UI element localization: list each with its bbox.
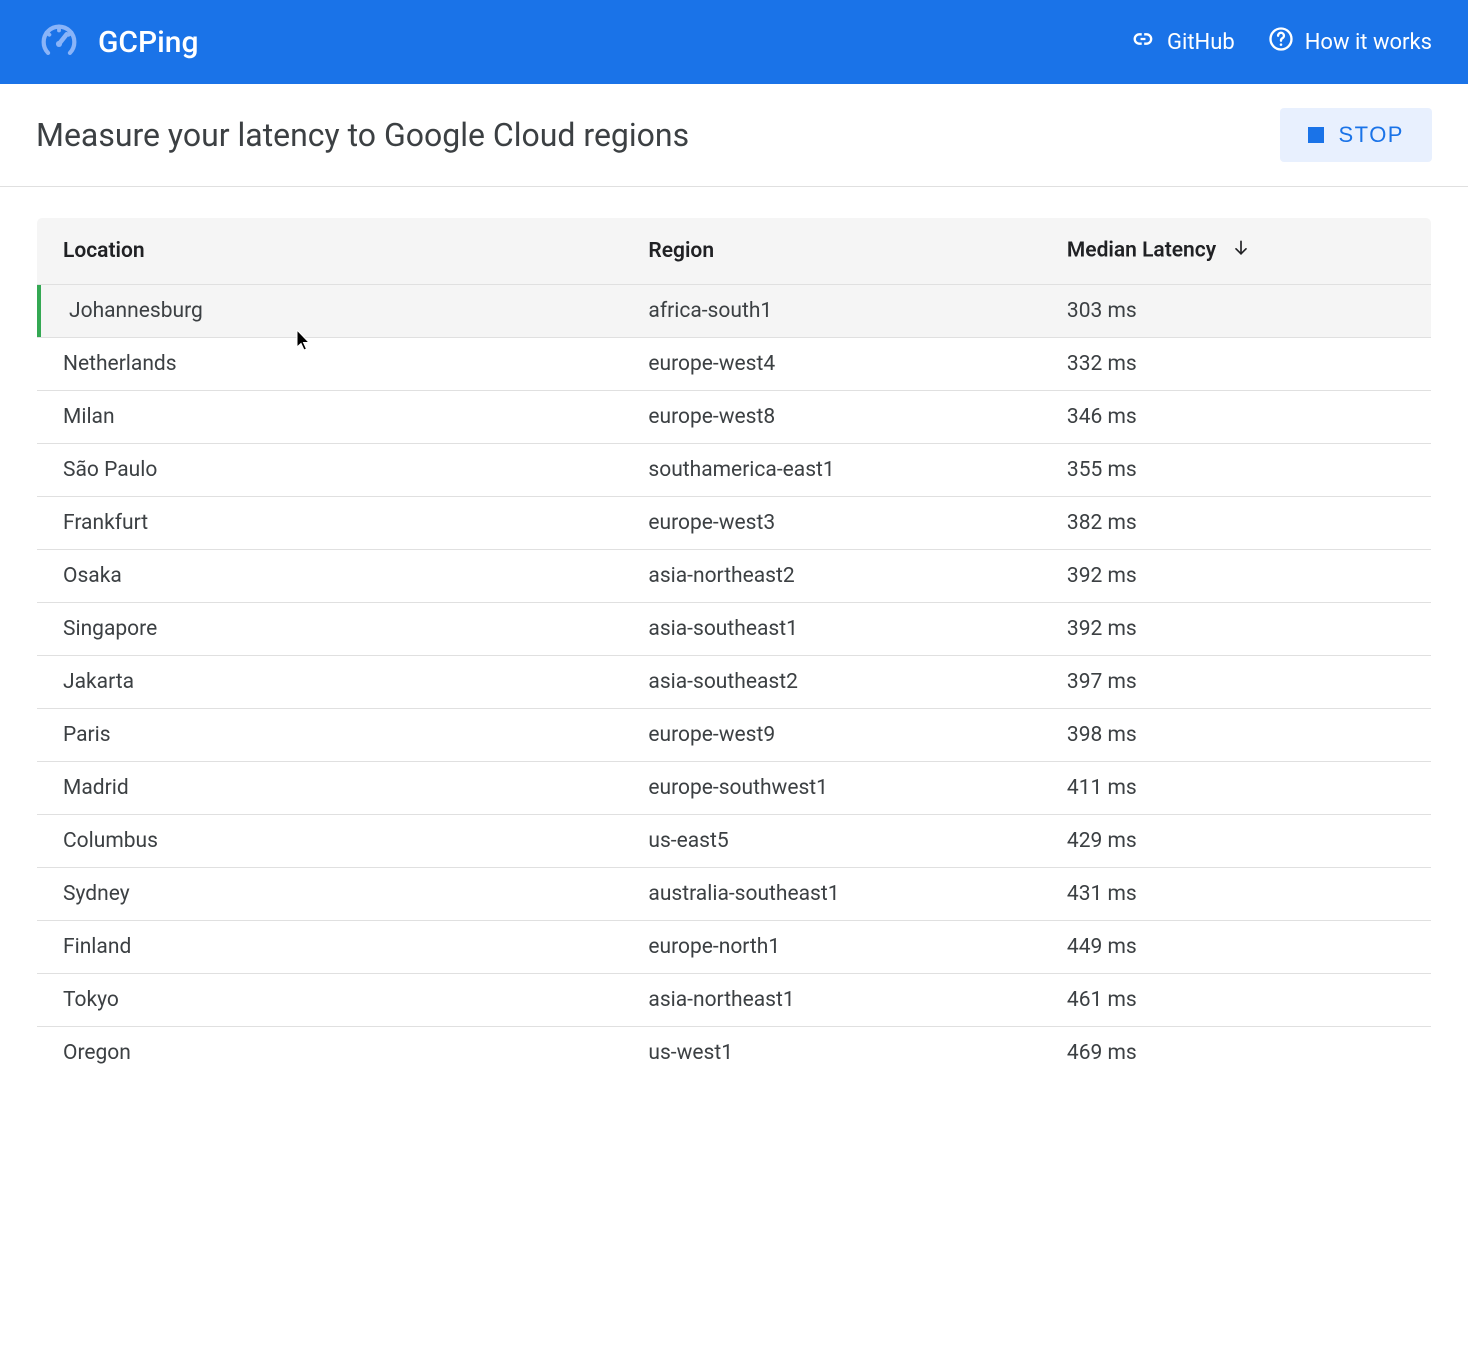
cell-latency: 429 ms [1041,815,1432,868]
cell-location: Tokyo [37,974,623,1027]
cell-latency: 392 ms [1041,550,1432,603]
table-row[interactable]: Finlandeurope-north1449 ms [37,921,1432,974]
table-row[interactable]: Pariseurope-west9398 ms [37,709,1432,762]
stop-icon [1308,127,1324,143]
table-row[interactable]: Sydneyaustralia-southeast1431 ms [37,868,1432,921]
cell-location: Netherlands [37,338,623,391]
cell-region: europe-west3 [622,497,1041,550]
column-latency-label: Median Latency [1067,239,1216,263]
cell-region: europe-north1 [622,921,1041,974]
column-latency[interactable]: Median Latency [1041,218,1432,285]
stop-button-label: STOP [1338,122,1404,148]
stop-button[interactable]: STOP [1280,108,1432,162]
table-row[interactable]: Johannesburgafrica-south1303 ms [37,285,1432,338]
column-region[interactable]: Region [622,218,1041,285]
table-row[interactable]: Tokyoasia-northeast1461 ms [37,974,1432,1027]
cell-region: asia-northeast2 [622,550,1041,603]
sort-descending-icon [1231,238,1251,264]
table-row[interactable]: Columbusus-east5429 ms [37,815,1432,868]
header-nav: GitHub How it works [1129,25,1432,59]
github-link-label: GitHub [1167,30,1235,55]
cell-region: africa-south1 [622,285,1041,338]
cell-region: asia-southeast1 [622,603,1041,656]
table-row[interactable]: São Paulosouthamerica-east1355 ms [37,444,1432,497]
cell-location: Milan [37,391,623,444]
table-row[interactable]: Madrideurope-southwest1411 ms [37,762,1432,815]
cell-region: us-east5 [622,815,1041,868]
logo-group: GCPing [36,19,199,65]
cell-latency: 431 ms [1041,868,1432,921]
column-region-label: Region [648,239,714,263]
cell-location: São Paulo [37,444,623,497]
cell-latency: 398 ms [1041,709,1432,762]
latency-table-container: Location Region Median Latency Johan [0,187,1468,1110]
cell-region: europe-west9 [622,709,1041,762]
page-heading: Measure your latency to Google Cloud reg… [36,116,689,154]
cell-latency: 449 ms [1041,921,1432,974]
table-row[interactable]: Milaneurope-west8346 ms [37,391,1432,444]
subheader: Measure your latency to Google Cloud reg… [0,84,1468,187]
cell-location: Sydney [37,868,623,921]
cell-latency: 382 ms [1041,497,1432,550]
github-link[interactable]: GitHub [1129,25,1235,59]
cell-latency: 397 ms [1041,656,1432,709]
cell-location: Osaka [37,550,623,603]
table-row[interactable]: Osakaasia-northeast2392 ms [37,550,1432,603]
column-location[interactable]: Location [37,218,623,285]
cell-region: asia-southeast2 [622,656,1041,709]
app-header: GCPing GitHub How it works [0,0,1468,84]
cell-latency: 411 ms [1041,762,1432,815]
table-row[interactable]: Netherlandseurope-west4332 ms [37,338,1432,391]
table-row[interactable]: Oregonus-west1469 ms [37,1027,1432,1080]
cell-location: Finland [37,921,623,974]
cell-location: Jakarta [37,656,623,709]
cell-latency: 392 ms [1041,603,1432,656]
cell-latency: 461 ms [1041,974,1432,1027]
cell-latency: 332 ms [1041,338,1432,391]
how-it-works-link[interactable]: How it works [1267,25,1432,59]
cell-region: europe-southwest1 [622,762,1041,815]
cell-location: Oregon [37,1027,623,1080]
cell-region: southamerica-east1 [622,444,1041,497]
cell-latency: 469 ms [1041,1027,1432,1080]
link-icon [1129,25,1157,59]
table-row[interactable]: Singaporeasia-southeast1392 ms [37,603,1432,656]
latency-table: Location Region Median Latency Johan [36,217,1432,1080]
column-location-label: Location [63,239,145,263]
help-icon [1267,25,1295,59]
cell-latency: 355 ms [1041,444,1432,497]
app-title: GCPing [98,25,199,60]
cell-location: Madrid [37,762,623,815]
cell-location: Frankfurt [37,497,623,550]
how-it-works-link-label: How it works [1305,30,1432,55]
cell-region: asia-northeast1 [622,974,1041,1027]
cell-location: Paris [37,709,623,762]
cell-region: australia-southeast1 [622,868,1041,921]
table-row[interactable]: Jakartaasia-southeast2397 ms [37,656,1432,709]
table-row[interactable]: Frankfurteurope-west3382 ms [37,497,1432,550]
cell-region: europe-west8 [622,391,1041,444]
cell-latency: 346 ms [1041,391,1432,444]
cell-region: us-west1 [622,1027,1041,1080]
cell-location: Johannesburg [37,285,623,338]
cell-location: Singapore [37,603,623,656]
table-header-row: Location Region Median Latency [37,218,1432,285]
cell-region: europe-west4 [622,338,1041,391]
cell-location: Columbus [37,815,623,868]
cell-latency: 303 ms [1041,285,1432,338]
speedometer-icon [36,19,82,65]
